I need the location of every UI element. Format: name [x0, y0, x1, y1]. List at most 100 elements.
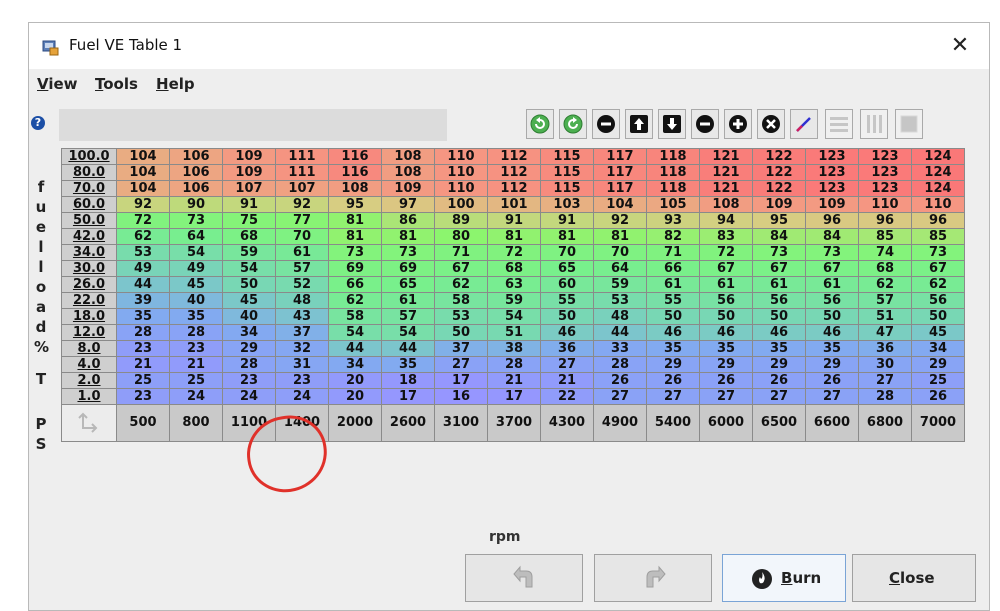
- table-cell[interactable]: 29: [222, 340, 276, 357]
- table-cell[interactable]: 85: [858, 228, 912, 245]
- table-cell[interactable]: 72: [116, 212, 170, 229]
- y-axis-value[interactable]: 22.0: [61, 292, 117, 309]
- table-cell[interactable]: 101: [487, 196, 541, 213]
- table-cell[interactable]: 80: [434, 228, 488, 245]
- table-cell[interactable]: 107: [222, 180, 276, 197]
- table-cell[interactable]: 67: [805, 260, 859, 277]
- table-cell[interactable]: 81: [593, 228, 647, 245]
- table-cell[interactable]: 100: [434, 196, 488, 213]
- table-cell[interactable]: 38: [487, 340, 541, 357]
- table-cell[interactable]: 60: [540, 276, 594, 293]
- table-cell[interactable]: 68: [222, 228, 276, 245]
- table-cell[interactable]: 20: [328, 388, 382, 405]
- table-cell[interactable]: 54: [169, 244, 223, 261]
- table-cell[interactable]: 34: [328, 356, 382, 373]
- table-cell[interactable]: 50: [805, 308, 859, 325]
- table-cell[interactable]: 84: [805, 228, 859, 245]
- table-cell[interactable]: 44: [593, 324, 647, 341]
- table-cell[interactable]: 23: [169, 340, 223, 357]
- table-cell[interactable]: 29: [805, 356, 859, 373]
- table-cell[interactable]: 96: [805, 212, 859, 229]
- table-cell[interactable]: 67: [434, 260, 488, 277]
- table-cell[interactable]: 27: [434, 356, 488, 373]
- table-cell[interactable]: 21: [116, 356, 170, 373]
- add-button[interactable]: [724, 109, 752, 139]
- table-cell[interactable]: 23: [275, 372, 329, 389]
- table-cell[interactable]: 97: [381, 196, 435, 213]
- table-cell[interactable]: 92: [593, 212, 647, 229]
- close-window-button[interactable]: ✕: [947, 33, 973, 59]
- table-cell[interactable]: 26: [646, 372, 700, 389]
- table-cell[interactable]: 27: [699, 388, 753, 405]
- x-axis-value[interactable]: 3100: [434, 404, 488, 442]
- table-cell[interactable]: 75: [222, 212, 276, 229]
- table-cell[interactable]: 46: [805, 324, 859, 341]
- table-cell[interactable]: 26: [805, 372, 859, 389]
- table-cell[interactable]: 104: [593, 196, 647, 213]
- table-cell[interactable]: 110: [434, 148, 488, 165]
- table-cell[interactable]: 85: [911, 228, 965, 245]
- table-cell[interactable]: 108: [381, 164, 435, 181]
- table-cell[interactable]: 89: [434, 212, 488, 229]
- table-cell[interactable]: 28: [593, 356, 647, 373]
- table-cell[interactable]: 51: [487, 324, 541, 341]
- y-axis-value[interactable]: 42.0: [61, 228, 117, 245]
- table-cell[interactable]: 122: [752, 148, 806, 165]
- table-cell[interactable]: 81: [381, 228, 435, 245]
- table-cell[interactable]: 50: [434, 324, 488, 341]
- table-cell[interactable]: 67: [699, 260, 753, 277]
- table-cell[interactable]: 25: [911, 372, 965, 389]
- table-cell[interactable]: 35: [699, 340, 753, 357]
- table-cell[interactable]: 68: [487, 260, 541, 277]
- table-cell[interactable]: 46: [646, 324, 700, 341]
- table-cell[interactable]: 46: [699, 324, 753, 341]
- table-cell[interactable]: 56: [699, 292, 753, 309]
- table-cell[interactable]: 54: [487, 308, 541, 325]
- table-cell[interactable]: 121: [699, 180, 753, 197]
- table-cell[interactable]: 61: [275, 244, 329, 261]
- table-cell[interactable]: 28: [858, 388, 912, 405]
- table-cell[interactable]: 29: [911, 356, 965, 373]
- table-cell[interactable]: 118: [646, 180, 700, 197]
- x-axis-value[interactable]: 6800: [858, 404, 912, 442]
- table-cell[interactable]: 91: [540, 212, 594, 229]
- table-cell[interactable]: 123: [858, 180, 912, 197]
- table-cell[interactable]: 73: [805, 244, 859, 261]
- table-cell[interactable]: 27: [593, 388, 647, 405]
- table-cell[interactable]: 123: [805, 164, 859, 181]
- table-cell[interactable]: 117: [593, 180, 647, 197]
- table-cell[interactable]: 93: [646, 212, 700, 229]
- x-axis-value[interactable]: 6600: [805, 404, 859, 442]
- redo-button[interactable]: [594, 554, 712, 602]
- table-cell[interactable]: 62: [328, 292, 382, 309]
- table-cell[interactable]: 28: [222, 356, 276, 373]
- rotate-right-button[interactable]: [559, 109, 587, 139]
- table-cell[interactable]: 95: [752, 212, 806, 229]
- table-cell[interactable]: 92: [275, 196, 329, 213]
- table-cell[interactable]: 96: [911, 212, 965, 229]
- table-cell[interactable]: 22: [540, 388, 594, 405]
- x-axis-value[interactable]: 5400: [646, 404, 700, 442]
- table-cell[interactable]: 70: [593, 244, 647, 261]
- table-cell[interactable]: 53: [434, 308, 488, 325]
- interpolate-button[interactable]: [790, 109, 818, 139]
- table-cell[interactable]: 65: [540, 260, 594, 277]
- x-axis-value[interactable]: 2000: [328, 404, 382, 442]
- table-cell[interactable]: 68: [858, 260, 912, 277]
- table-cell[interactable]: 44: [116, 276, 170, 293]
- table-cell[interactable]: 31: [275, 356, 329, 373]
- table-cell[interactable]: 110: [858, 196, 912, 213]
- table-cell[interactable]: 54: [328, 324, 382, 341]
- table-cell[interactable]: 122: [752, 164, 806, 181]
- table-cell[interactable]: 123: [805, 180, 859, 197]
- table-cell[interactable]: 81: [540, 228, 594, 245]
- table-cell[interactable]: 83: [699, 228, 753, 245]
- table-cell[interactable]: 56: [911, 292, 965, 309]
- table-cell[interactable]: 46: [540, 324, 594, 341]
- table-cell[interactable]: 61: [699, 276, 753, 293]
- table-cell[interactable]: 51: [858, 308, 912, 325]
- table-cell[interactable]: 39: [116, 292, 170, 309]
- table-cell[interactable]: 112: [487, 148, 541, 165]
- table-cell[interactable]: 70: [275, 228, 329, 245]
- table-cell[interactable]: 73: [328, 244, 382, 261]
